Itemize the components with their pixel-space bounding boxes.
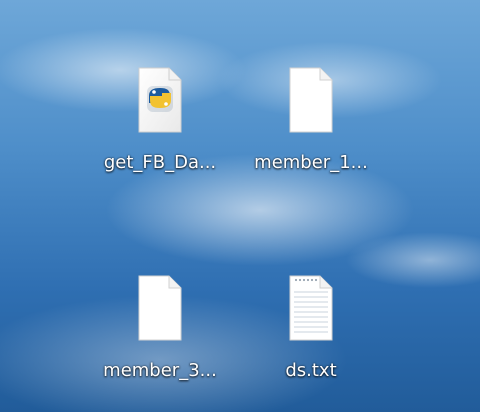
file-name-label: ds.txt <box>285 360 337 381</box>
file-name-label: get_FB_Da... <box>103 152 217 173</box>
file-name-label: member_1... <box>254 152 368 173</box>
desktop-icon-member-file-1[interactable]: member_1... <box>252 62 370 198</box>
desktop-background: get_FB_Da... member_1... member_3... ds.… <box>0 0 480 412</box>
python-file-icon <box>138 67 182 133</box>
desktop-icon-ds-text-file[interactable]: ds.txt <box>252 270 370 406</box>
blank-file-icon <box>138 275 182 341</box>
file-name-label: member_3... <box>103 360 217 381</box>
text-file-icon <box>289 275 333 341</box>
blank-file-icon <box>289 67 333 133</box>
desktop-icon-member-file-3[interactable]: member_3... <box>101 270 219 406</box>
desktop-icon-python-file[interactable]: get_FB_Da... <box>101 62 219 198</box>
